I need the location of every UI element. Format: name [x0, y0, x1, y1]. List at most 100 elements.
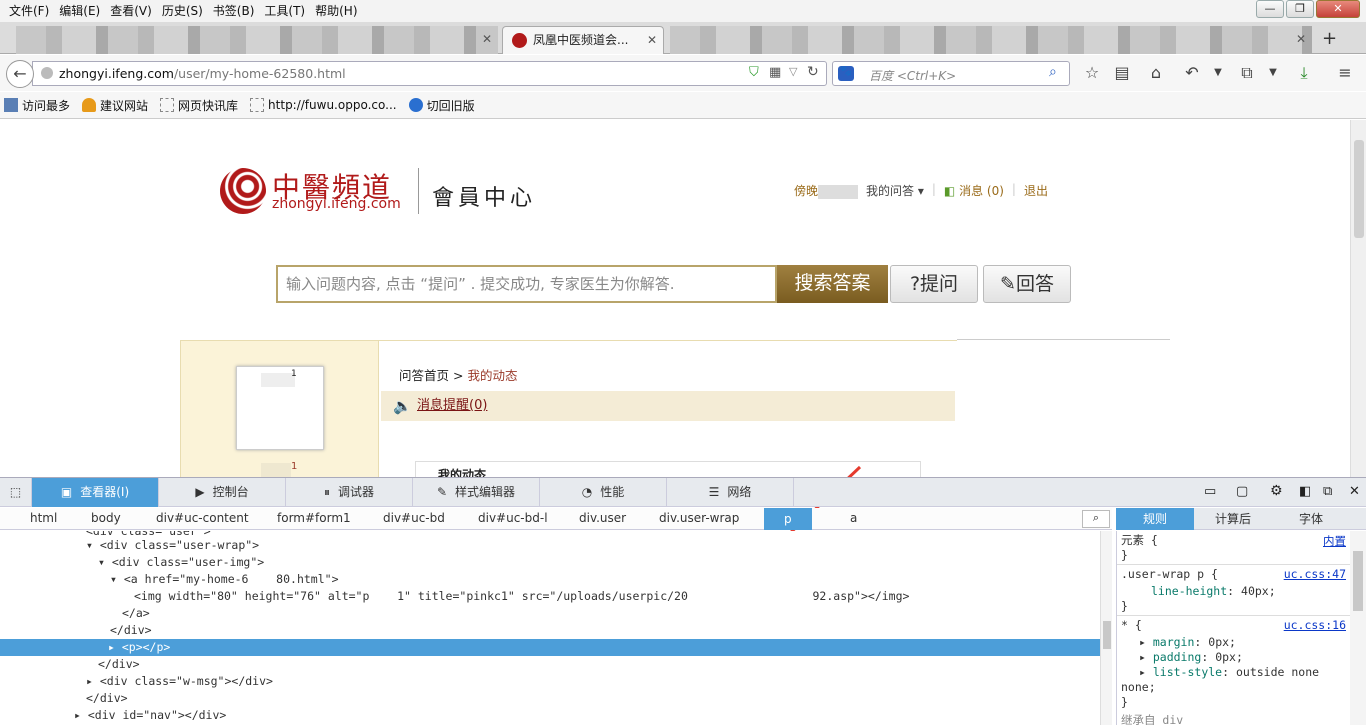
node-uc-content[interactable]: div#uc-content	[156, 511, 249, 525]
rule1-selector[interactable]: .user-wrap p {	[1121, 567, 1218, 582]
logout-link[interactable]: 退出	[1024, 182, 1048, 199]
menu-edit[interactable]: 编辑(E)	[54, 1, 105, 21]
expand-arrow-icon[interactable]: ▾	[98, 555, 112, 569]
tab-inspector[interactable]: ▣ 查看器(I)	[32, 478, 159, 507]
node-p-selected[interactable]: p	[764, 508, 812, 530]
markup-line-selected[interactable]: ▸ <p></p>	[0, 639, 1100, 656]
username[interactable]: 傍晚	[794, 182, 859, 199]
close-window-button[interactable]: ✕	[1316, 0, 1360, 18]
markup-scrollbar[interactable]	[1100, 531, 1112, 725]
back-button[interactable]: ←	[6, 60, 34, 88]
reload-icon[interactable]: ↻	[807, 64, 819, 80]
rules-scroll-thumb[interactable]	[1353, 551, 1363, 611]
close-tab-icon[interactable]: ✕	[647, 27, 657, 53]
avatar[interactable]: 1	[236, 366, 324, 450]
page-scroll-thumb[interactable]	[1354, 140, 1364, 238]
tab-performance[interactable]: ◔ 性能	[540, 478, 667, 507]
bookmark-item[interactable]: 建议网站	[82, 97, 148, 114]
shield-icon[interactable]: ⛉	[749, 65, 759, 80]
tab-active[interactable]: 凤凰中医频道会... ✕	[502, 26, 664, 54]
menu-history[interactable]: 历史(S)	[157, 1, 208, 21]
expand-arrow-icon[interactable]: ▸	[86, 674, 100, 688]
node-uc-bd-l[interactable]: div#uc-bd-l	[478, 511, 548, 525]
dock-side-icon[interactable]: ◧	[1299, 484, 1311, 499]
maximize-button[interactable]: ❐	[1286, 0, 1314, 18]
question-input[interactable]: 输入问题内容, 点击 “提问” . 提交成功, 专家医生为你解答.	[276, 265, 777, 303]
expand-arrow-icon[interactable]: ▾	[86, 538, 100, 552]
pick-element-icon[interactable]: ⬚	[0, 478, 32, 507]
my-questions-menu[interactable]: 我的问答 ▾	[866, 182, 924, 199]
reading-list-icon[interactable]: ▤	[1111, 63, 1133, 82]
node-html[interactable]: html	[30, 511, 57, 525]
node-user-wrap[interactable]: div.user-wrap	[659, 511, 739, 525]
markup-line[interactable]: ▸ <div id="nav"></div>	[74, 707, 226, 724]
markup-scroll-thumb[interactable]	[1103, 621, 1111, 649]
rule1-declaration[interactable]: line-height: 40px;	[1151, 584, 1276, 599]
markup-line[interactable]: ▾ <div class="user-img">	[98, 554, 264, 571]
tab-fonts[interactable]: 字体	[1272, 508, 1350, 530]
search-answer-button[interactable]: 搜索答案	[777, 265, 888, 303]
tab-debugger[interactable]: ⏸ 调试器	[286, 478, 413, 507]
hamburger-menu-icon[interactable]: ≡	[1334, 63, 1356, 82]
tab-style-editor[interactable]: ✎ 样式编辑器	[413, 478, 540, 507]
page-scrollbar[interactable]	[1350, 120, 1366, 477]
markup-line[interactable]: ▸ <div class="w-msg"></div>	[86, 673, 273, 690]
inline-source[interactable]: 内置	[1323, 533, 1346, 549]
baidu-icon[interactable]: 🐾	[838, 66, 854, 81]
expand-arrow-icon[interactable]: ▸	[74, 708, 88, 722]
markup-line[interactable]: </div>	[86, 690, 128, 707]
markup-line[interactable]: </a>	[122, 605, 150, 622]
rule2-declaration[interactable]: ▸ list-style: outside none	[1139, 665, 1319, 680]
ask-button[interactable]: ?提问	[890, 265, 978, 303]
rule2-source[interactable]: uc.css:16	[1284, 618, 1346, 632]
bookmark-item[interactable]: http://fuwu.oppo.co...	[250, 98, 397, 112]
crumb-home[interactable]: 问答首页	[399, 368, 449, 383]
markup-line[interactable]: ▾ <a href="my-home-6 80.html">	[110, 571, 339, 588]
tab-rules[interactable]: 规则	[1116, 508, 1194, 530]
search-bar[interactable]: 🐾 百度 <Ctrl+K> ⌕	[832, 61, 1070, 86]
tab-blurred-1[interactable]: ✕	[16, 26, 498, 54]
download-icon[interactable]: ⤓	[1293, 63, 1315, 83]
menu-tools[interactable]: 工具(T)	[259, 1, 310, 21]
messages-link[interactable]: ◧ 消息 (0)	[944, 182, 1004, 199]
notice-link[interactable]: 消息提醒(0)	[417, 398, 487, 413]
qr-icon[interactable]: ▦	[769, 65, 781, 80]
bookmark-item[interactable]: 网页快讯库	[160, 97, 238, 114]
responsive-icon[interactable]: ▢	[1236, 484, 1248, 499]
bookmark-item[interactable]: 访问最多	[4, 97, 70, 114]
node-user[interactable]: div.user	[579, 511, 626, 525]
split-console-icon[interactable]: ▭	[1204, 484, 1216, 499]
markup-line[interactable]: ▾ <div class="user-wrap">	[86, 537, 259, 554]
rule2-selector[interactable]: * {	[1121, 618, 1142, 633]
tab-blurred-2[interactable]: ✕	[670, 26, 1312, 54]
close-tab-icon[interactable]: ✕	[482, 26, 492, 52]
undo-icon[interactable]: ↶	[1181, 63, 1203, 82]
tab-computed[interactable]: 计算后	[1194, 508, 1272, 530]
dropdown-icon[interactable]: ▽	[789, 65, 797, 78]
chevron-down-icon[interactable]: ▼	[1262, 67, 1284, 78]
url-text[interactable]: zhongyi.ifeng.com/user/my-home-62580.htm…	[59, 66, 346, 81]
answer-button[interactable]: ✎回答	[983, 265, 1071, 303]
expand-arrow-icon[interactable]: ▾	[110, 572, 124, 586]
search-icon[interactable]: ⌕	[1049, 64, 1057, 80]
chevron-down-icon[interactable]: ▼	[1207, 67, 1229, 78]
star-icon[interactable]: ☆	[1081, 63, 1103, 82]
rule2-declaration[interactable]: ▸ margin: 0px;	[1139, 635, 1236, 650]
screenshot-icon[interactable]: ⧉	[1236, 63, 1258, 83]
bookmark-item[interactable]: 切回旧版	[408, 97, 475, 114]
menu-view[interactable]: 查看(V)	[105, 1, 157, 21]
tab-network[interactable]: ☰ 网络	[667, 478, 794, 507]
gear-icon[interactable]: ⚙	[1270, 483, 1283, 499]
detach-icon[interactable]: ⧉	[1323, 484, 1332, 499]
markup-line[interactable]: <img width="80" height="76" alt="p 1" ti…	[134, 588, 909, 605]
close-devtools-icon[interactable]: ✕	[1349, 484, 1360, 499]
url-bar[interactable]: zhongyi.ifeng.com/user/my-home-62580.htm…	[32, 61, 827, 86]
node-uc-bd[interactable]: div#uc-bd	[383, 511, 445, 525]
menu-file[interactable]: 文件(F)	[4, 1, 54, 21]
tab-console[interactable]: ▶ 控制台	[159, 478, 286, 507]
node-body[interactable]: body	[91, 511, 121, 525]
menu-help[interactable]: 帮助(H)	[310, 1, 362, 21]
rule2-declaration[interactable]: ▸ padding: 0px;	[1139, 650, 1243, 665]
search-icon[interactable]: ⌕	[1082, 510, 1110, 528]
markup-line[interactable]: </div>	[110, 622, 152, 639]
